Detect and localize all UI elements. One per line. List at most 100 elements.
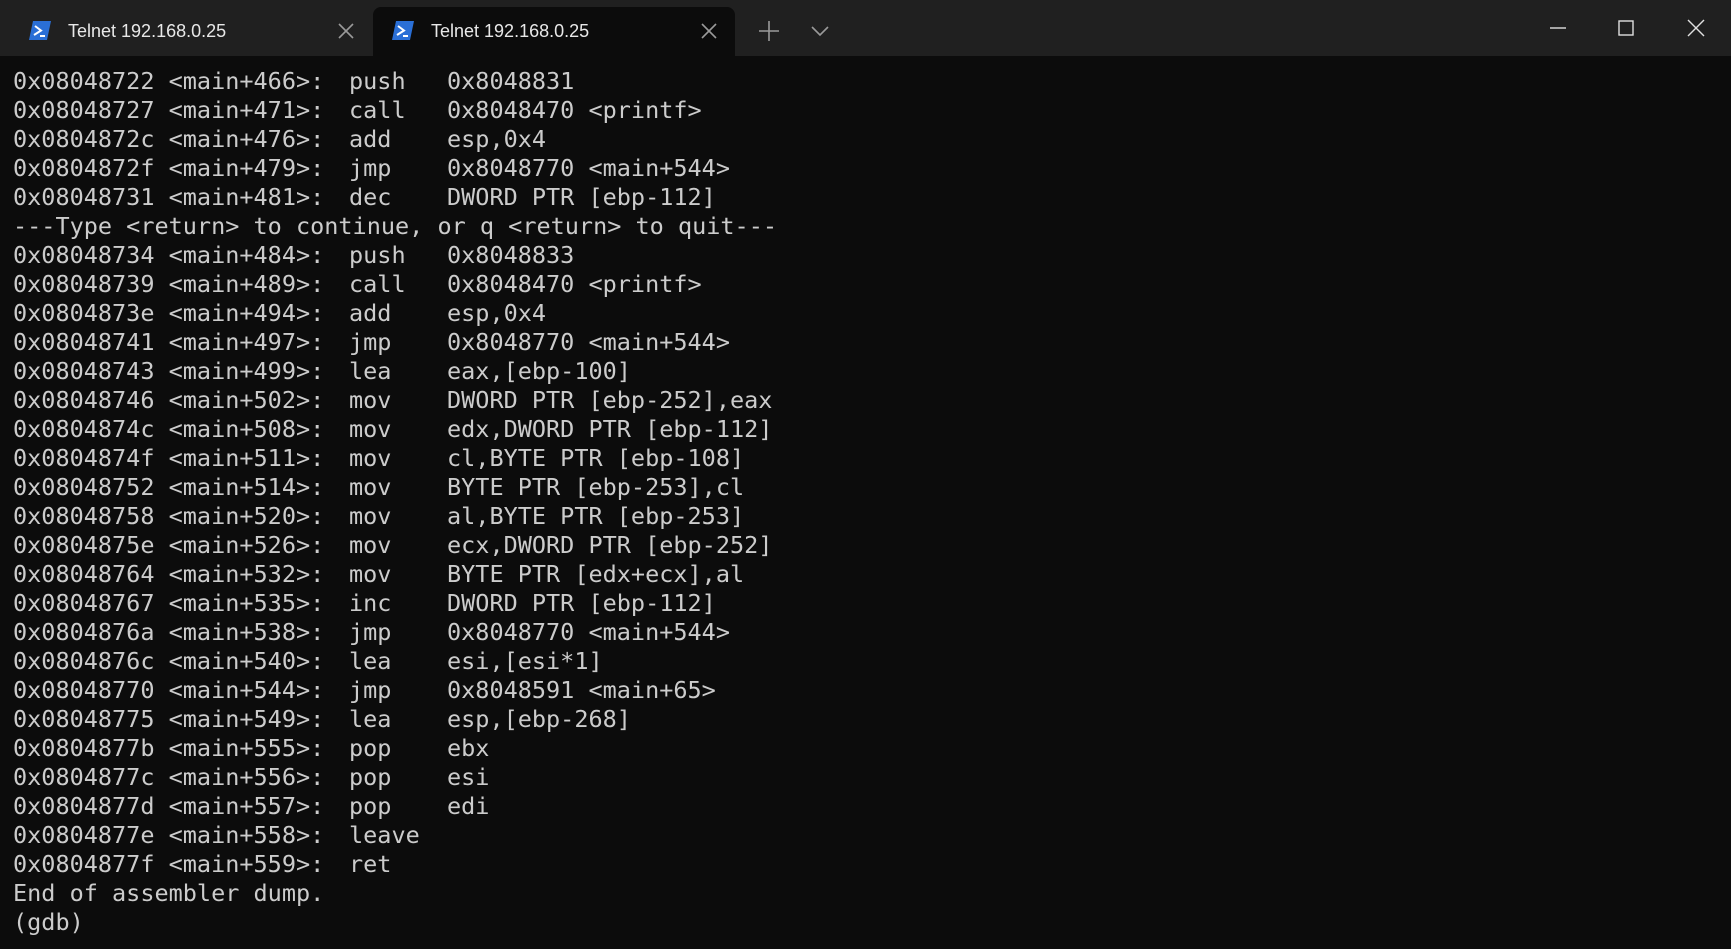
terminal-text: (gdb) bbox=[13, 908, 84, 936]
terminal-line: 0x08048767 <main+535>: inc DWORD PTR [ebp-… bbox=[13, 589, 1713, 618]
terminal-window: Telnet 192.168.0.25 Telnet 192.168.0.25 bbox=[0, 0, 1731, 949]
instruction-mnemonic: add bbox=[349, 299, 392, 327]
powershell-icon bbox=[29, 21, 51, 40]
instruction-address: 0x0804872c <main+476>: bbox=[13, 125, 325, 153]
terminal-line: End of assembler dump. bbox=[13, 879, 1713, 908]
instruction-mnemonic: call bbox=[349, 96, 406, 124]
instruction-address: 0x0804877d <main+557>: bbox=[13, 792, 325, 820]
instruction-address: 0x0804876c <main+540>: bbox=[13, 647, 325, 675]
maximize-button[interactable] bbox=[1592, 0, 1660, 56]
terminal-line: 0x0804877c <main+556>: pop esi bbox=[13, 763, 1713, 792]
instruction-address: 0x08048727 <main+471>: bbox=[13, 96, 325, 124]
instruction-address: 0x08048746 <main+502>: bbox=[13, 386, 325, 414]
tab-telnet-1[interactable]: Telnet 192.168.0.25 bbox=[10, 7, 372, 56]
instruction-address: 0x08048731 <main+481>: bbox=[13, 183, 325, 211]
instruction-address: 0x08048734 <main+484>: bbox=[13, 241, 325, 269]
terminal-line: 0x08048731 <main+481>: dec DWORD PTR [ebp-… bbox=[13, 183, 1713, 212]
instruction-address: 0x0804874f <main+511>: bbox=[13, 444, 325, 472]
terminal-line: 0x0804877d <main+557>: pop edi bbox=[13, 792, 1713, 821]
instruction-operands: ecx,DWORD PTR [ebp-252] bbox=[447, 531, 773, 559]
instruction-mnemonic: add bbox=[349, 125, 392, 153]
instruction-mnemonic: mov bbox=[349, 444, 392, 472]
instruction-operands: esi bbox=[447, 763, 490, 791]
instruction-mnemonic: lea bbox=[349, 357, 392, 385]
terminal-line: 0x08048764 <main+532>: mov BYTE PTR [edx+e… bbox=[13, 560, 1713, 589]
instruction-operands: BYTE PTR [edx+ecx],al bbox=[447, 560, 745, 588]
instruction-operands: 0x8048470 <printf> bbox=[447, 270, 702, 298]
terminal-text: End of assembler dump. bbox=[13, 879, 325, 907]
terminal-output[interactable]: 0x08048722 <main+466>: push 0x8048831 0x080… bbox=[13, 67, 1713, 943]
instruction-mnemonic: mov bbox=[349, 386, 392, 414]
terminal-line: 0x08048727 <main+471>: call 0x8048470 <pri… bbox=[13, 96, 1713, 125]
tab-title: Telnet 192.168.0.25 bbox=[431, 21, 590, 41]
instruction-mnemonic: pop bbox=[349, 763, 392, 791]
instruction-address: 0x08048758 <main+520>: bbox=[13, 502, 325, 530]
terminal-text: ---Type <return> to continue, or q <retu… bbox=[13, 212, 778, 240]
instruction-mnemonic: pop bbox=[349, 734, 392, 762]
instruction-mnemonic: inc bbox=[349, 589, 392, 617]
terminal-line: 0x0804872f <main+479>: jmp 0x8048770 <main… bbox=[13, 154, 1713, 183]
instruction-mnemonic: mov bbox=[349, 502, 392, 530]
terminal-line: 0x0804875e <main+526>: mov ecx,DWORD PTR [… bbox=[13, 531, 1713, 560]
instruction-operands: ebx bbox=[447, 734, 490, 762]
instruction-mnemonic: mov bbox=[349, 473, 392, 501]
instruction-operands: 0x8048770 <main+544> bbox=[447, 154, 730, 182]
instruction-operands: cl,BYTE PTR [ebp-108] bbox=[447, 444, 745, 472]
title-bar[interactable]: Telnet 192.168.0.25 Telnet 192.168.0.25 bbox=[0, 0, 1731, 56]
terminal-line: 0x0804876a <main+538>: jmp 0x8048770 <main… bbox=[13, 618, 1713, 647]
instruction-mnemonic: leave bbox=[349, 821, 420, 849]
terminal-line: 0x0804877f <main+559>: ret bbox=[13, 850, 1713, 879]
minimize-button[interactable] bbox=[1524, 0, 1592, 56]
terminal-line: 0x08048734 <main+484>: push 0x8048833 bbox=[13, 241, 1713, 270]
instruction-operands: al,BYTE PTR [ebp-253] bbox=[447, 502, 745, 530]
terminal-line: 0x0804877e <main+558>: leave bbox=[13, 821, 1713, 850]
close-tab-icon[interactable] bbox=[336, 21, 356, 41]
instruction-mnemonic: lea bbox=[349, 647, 392, 675]
terminal-line: 0x08048775 <main+549>: lea esp,[ebp-268] bbox=[13, 705, 1713, 734]
instruction-operands: edx,DWORD PTR [ebp-112] bbox=[447, 415, 773, 443]
terminal-line: (gdb) bbox=[13, 908, 1713, 937]
instruction-mnemonic: jmp bbox=[349, 618, 392, 646]
instruction-operands: eax,[ebp-100] bbox=[447, 357, 631, 385]
terminal-line: 0x0804872c <main+476>: add esp,0x4 bbox=[13, 125, 1713, 154]
terminal-line: 0x08048770 <main+544>: jmp 0x8048591 <main… bbox=[13, 676, 1713, 705]
instruction-mnemonic: jmp bbox=[349, 676, 392, 704]
terminal-line: 0x08048741 <main+497>: jmp 0x8048770 <main… bbox=[13, 328, 1713, 357]
instruction-mnemonic: mov bbox=[349, 531, 392, 559]
instruction-address: 0x0804876a <main+538>: bbox=[13, 618, 325, 646]
instruction-mnemonic: mov bbox=[349, 560, 392, 588]
instruction-operands: edi bbox=[447, 792, 490, 820]
instruction-address: 0x0804875e <main+526>: bbox=[13, 531, 325, 559]
close-window-button[interactable] bbox=[1662, 0, 1730, 56]
terminal-line: 0x08048739 <main+489>: call 0x8048470 <pri… bbox=[13, 270, 1713, 299]
chevron-down-icon[interactable] bbox=[808, 19, 832, 43]
instruction-operands: 0x8048831 bbox=[447, 67, 575, 95]
instruction-address: 0x08048722 <main+466>: bbox=[13, 67, 325, 95]
instruction-address: 0x0804873e <main+494>: bbox=[13, 299, 325, 327]
instruction-address: 0x08048770 <main+544>: bbox=[13, 676, 325, 704]
close-icon bbox=[1687, 19, 1705, 37]
instruction-operands: 0x8048470 <printf> bbox=[447, 96, 702, 124]
instruction-operands: 0x8048591 <main+65> bbox=[447, 676, 716, 704]
instruction-mnemonic: jmp bbox=[349, 328, 392, 356]
instruction-mnemonic: push bbox=[349, 67, 406, 95]
plus-icon[interactable] bbox=[755, 17, 783, 45]
instruction-mnemonic: lea bbox=[349, 705, 392, 733]
instruction-address: 0x0804874c <main+508>: bbox=[13, 415, 325, 443]
instruction-mnemonic: mov bbox=[349, 415, 392, 443]
terminal-line: 0x08048752 <main+514>: mov BYTE PTR [ebp-2… bbox=[13, 473, 1713, 502]
instruction-mnemonic: call bbox=[349, 270, 406, 298]
terminal-line: 0x0804877b <main+555>: pop ebx bbox=[13, 734, 1713, 763]
close-tab-icon[interactable] bbox=[699, 21, 719, 41]
instruction-operands: esp,[ebp-268] bbox=[447, 705, 631, 733]
tab-telnet-2[interactable]: Telnet 192.168.0.25 bbox=[373, 7, 735, 56]
instruction-operands: 0x8048770 <main+544> bbox=[447, 618, 730, 646]
minimize-icon bbox=[1550, 27, 1566, 29]
instruction-operands: BYTE PTR [ebp-253],cl bbox=[447, 473, 745, 501]
powershell-icon bbox=[392, 21, 414, 40]
instruction-address: 0x08048775 <main+549>: bbox=[13, 705, 325, 733]
instruction-operands: esp,0x4 bbox=[447, 299, 547, 327]
instruction-address: 0x08048739 <main+489>: bbox=[13, 270, 325, 298]
terminal-line: 0x08048758 <main+520>: mov al,BYTE PTR [eb… bbox=[13, 502, 1713, 531]
instruction-address: 0x0804877e <main+558>: bbox=[13, 821, 325, 849]
